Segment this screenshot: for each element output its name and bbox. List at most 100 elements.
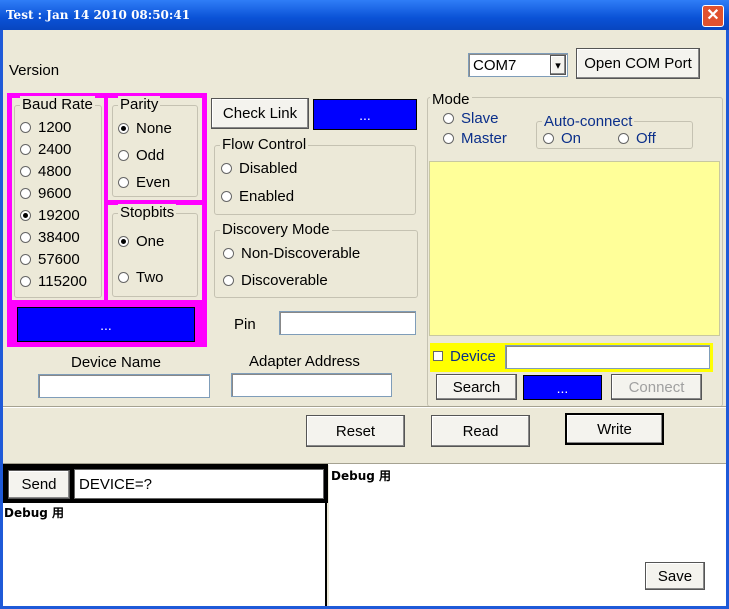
auto-connect-title: Auto-connect <box>542 113 635 130</box>
baud-radio-2400[interactable]: 2400 <box>20 141 71 158</box>
discovery-radio-non-discoverable[interactable]: Non-Discoverable <box>223 245 360 262</box>
baud-radio-1200[interactable]: 1200 <box>20 119 71 136</box>
radio-label: Odd <box>136 147 165 164</box>
radio-icon <box>221 191 232 202</box>
flow-radio-enabled[interactable]: Enabled <box>221 188 294 205</box>
pin-input[interactable] <box>279 311 416 335</box>
check-link-button[interactable]: Check Link <box>211 98 309 129</box>
radio-label: Slave <box>461 110 499 127</box>
radio-label: 1200 <box>38 119 72 136</box>
radio-icon <box>20 122 31 133</box>
connect-button[interactable]: Connect <box>611 374 702 400</box>
radio-label: 57600 <box>38 251 80 268</box>
radio-icon <box>443 133 454 144</box>
title-bar: Test : Jan 14 2010 08:50:41 ✕ <box>0 0 729 30</box>
radio-label: 19200 <box>38 207 80 224</box>
baud-rate-title: Baud Rate <box>20 96 95 113</box>
search-action-button[interactable]: ... <box>523 375 602 400</box>
radio-label: Non-Discoverable <box>241 245 361 262</box>
baud-radio-4800[interactable]: 4800 <box>20 163 71 180</box>
radio-label: Off <box>636 130 656 147</box>
radio-icon <box>118 150 129 161</box>
adapter-address-label: Adapter Address <box>249 353 360 370</box>
baud-radio-115200[interactable]: 115200 <box>20 273 87 290</box>
radio-icon <box>20 232 31 243</box>
radio-label: 9600 <box>38 185 72 202</box>
com-port-value: COM7 <box>473 57 517 74</box>
radio-label: Enabled <box>239 188 295 205</box>
device-name-input[interactable] <box>38 374 210 398</box>
read-button[interactable]: Read <box>431 415 530 447</box>
radio-label: Disabled <box>239 160 298 177</box>
discovery-mode-title: Discovery Mode <box>220 221 332 238</box>
auto-connect-radio-off[interactable]: Off <box>618 130 656 147</box>
radio-icon <box>20 188 31 199</box>
chevron-down-icon[interactable]: ▾ <box>550 55 566 75</box>
write-button[interactable]: Write <box>565 413 664 445</box>
radio-label: One <box>136 233 165 250</box>
adapter-address-input[interactable] <box>231 373 392 397</box>
debug-log-left[interactable]: Debug 用 <box>3 503 327 606</box>
radio-icon <box>443 113 454 124</box>
check-link-action-button[interactable]: ... <box>313 99 417 130</box>
pin-label: Pin <box>234 316 256 333</box>
debug-left-text: Debug 用 <box>4 506 65 520</box>
baud-radio-38400[interactable]: 38400 <box>20 229 80 246</box>
radio-icon <box>20 276 31 287</box>
flow-radio-disabled[interactable]: Disabled <box>221 160 297 177</box>
separator <box>3 406 726 408</box>
radio-icon <box>118 272 129 283</box>
radio-icon <box>20 144 31 155</box>
device-list[interactable] <box>429 161 720 336</box>
radio-selected-icon <box>118 236 129 247</box>
radio-icon <box>221 163 232 174</box>
radio-label: Discoverable <box>241 272 328 289</box>
window-title: Test : Jan 14 2010 08:50:41 <box>6 8 191 22</box>
device-checkbox[interactable] <box>433 351 443 361</box>
close-icon[interactable]: ✕ <box>702 5 724 27</box>
parity-radio-even[interactable]: Even <box>118 174 170 191</box>
version-label: Version <box>9 62 60 79</box>
baud-radio-19200[interactable]: 19200 <box>20 207 80 224</box>
radio-label: 38400 <box>38 229 80 246</box>
radio-label: None <box>136 120 172 137</box>
device-filter-input[interactable] <box>505 345 710 369</box>
send-button[interactable]: Send <box>8 470 70 499</box>
baud-radio-57600[interactable]: 57600 <box>20 251 80 268</box>
radio-icon <box>223 275 234 286</box>
search-button[interactable]: Search <box>436 374 517 400</box>
com-port-select[interactable]: COM7 ▾ <box>468 53 568 77</box>
radio-selected-icon <box>20 210 31 221</box>
discovery-radio-discoverable[interactable]: Discoverable <box>223 272 328 289</box>
stopbits-title: Stopbits <box>118 204 177 221</box>
stopbits-radio-one[interactable]: One <box>118 233 164 250</box>
parity-radio-none[interactable]: None <box>118 120 172 137</box>
radio-icon <box>543 133 554 144</box>
command-input[interactable]: DEVICE=? <box>74 469 324 499</box>
apply-serial-settings-button[interactable]: ... <box>17 307 195 342</box>
mode-radio-master[interactable]: Master <box>443 130 507 147</box>
radio-icon <box>223 248 234 259</box>
device-name-label: Device Name <box>71 354 162 371</box>
device-filter-label: Device <box>450 348 496 365</box>
radio-selected-icon <box>118 123 129 134</box>
mode-radio-slave[interactable]: Slave <box>443 110 499 127</box>
radio-label: Master <box>461 130 507 147</box>
parity-title: Parity <box>118 96 161 113</box>
radio-label: Two <box>136 269 164 286</box>
save-button[interactable]: Save <box>645 562 705 590</box>
radio-label: 115200 <box>38 273 87 290</box>
radio-label: On <box>561 130 582 147</box>
baud-radio-9600[interactable]: 9600 <box>20 185 71 202</box>
radio-label: 2400 <box>38 141 72 158</box>
command-value: DEVICE=? <box>79 476 152 493</box>
mode-title: Mode <box>430 91 472 108</box>
reset-button[interactable]: Reset <box>306 415 405 447</box>
parity-radio-odd[interactable]: Odd <box>118 147 164 164</box>
auto-connect-radio-on[interactable]: On <box>543 130 581 147</box>
open-com-port-button[interactable]: Open COM Port <box>576 48 700 79</box>
flow-control-title: Flow Control <box>220 136 309 153</box>
radio-label: Even <box>136 174 171 191</box>
radio-icon <box>20 166 31 177</box>
stopbits-radio-two[interactable]: Two <box>118 269 164 286</box>
